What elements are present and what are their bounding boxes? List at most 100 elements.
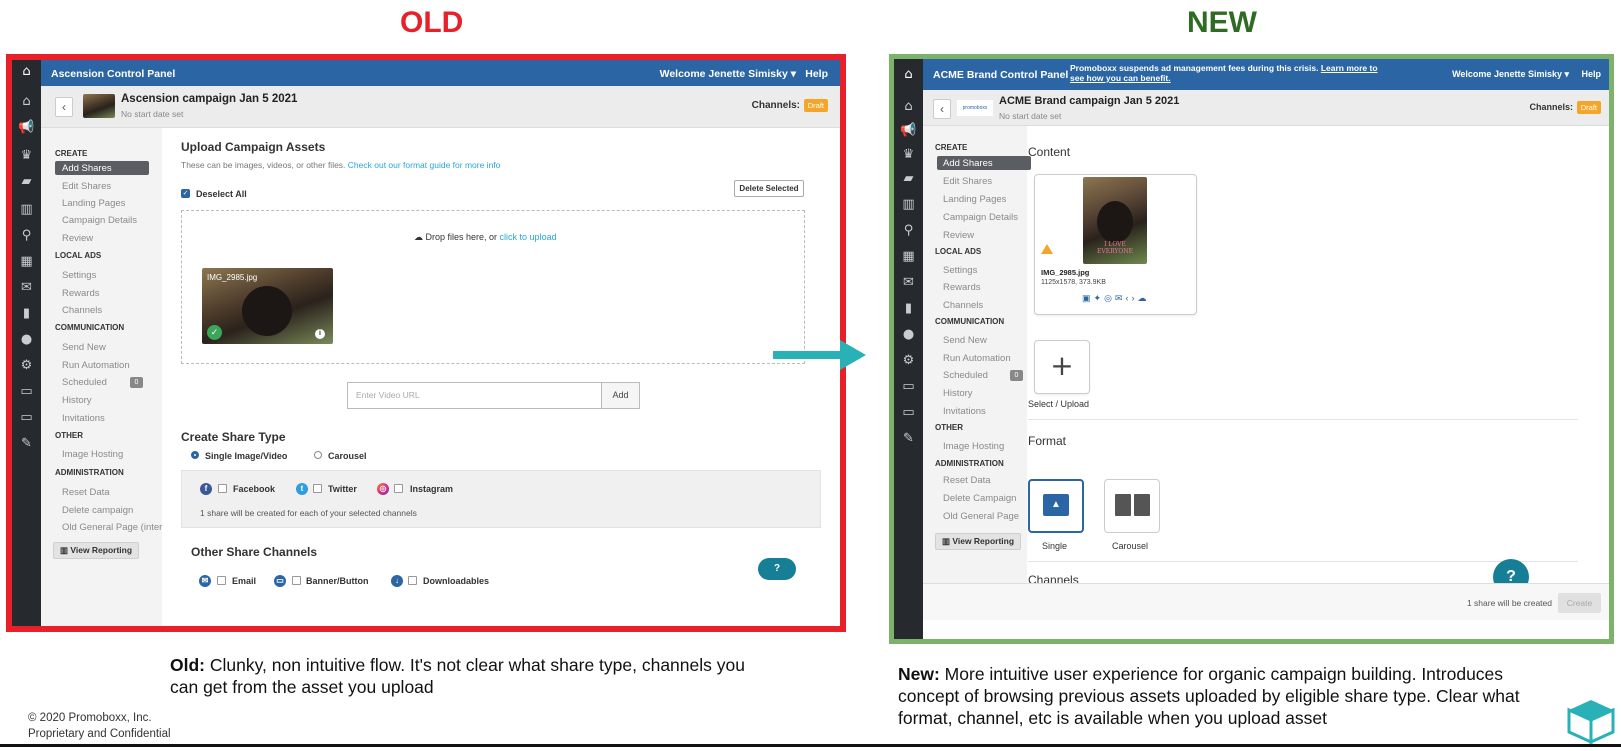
banner-checkbox[interactable]: [292, 576, 301, 585]
calendar-icon[interactable]: ▦: [894, 249, 923, 264]
nav-invitations[interactable]: Invitations: [62, 413, 183, 424]
email-checkbox[interactable]: [217, 576, 226, 585]
app-title[interactable]: Ascension Control Panel: [51, 68, 175, 80]
nav-settings[interactable]: Settings: [62, 270, 183, 281]
facebook-label[interactable]: Facebook: [233, 484, 275, 494]
crown-icon[interactable]: ♛: [12, 148, 41, 163]
add-video-button[interactable]: Add: [601, 382, 640, 409]
format-guide-link[interactable]: Check out our format guide for more info: [348, 160, 501, 170]
format-carousel-label[interactable]: Carousel: [1112, 541, 1148, 551]
single-radio-label[interactable]: Single Image/Video: [205, 451, 287, 461]
calendar-icon[interactable]: ▦: [12, 254, 41, 269]
back-button[interactable]: ‹: [55, 97, 73, 117]
book-icon[interactable]: ▮: [12, 306, 41, 321]
nav-send-new[interactable]: Send New: [62, 342, 183, 353]
chart-icon[interactable]: ▥: [894, 197, 923, 212]
nav-rewards[interactable]: Rewards: [943, 282, 1047, 293]
nav-add-shares[interactable]: Add Shares: [943, 158, 1047, 169]
house-icon[interactable]: ⌂: [12, 94, 41, 109]
crown-icon[interactable]: ♛: [894, 147, 923, 162]
nav-send-new[interactable]: Send New: [943, 335, 1047, 346]
carousel-radio-label[interactable]: Carousel: [328, 451, 367, 461]
house-icon[interactable]: ⌂: [894, 99, 923, 114]
nav-image-hosting[interactable]: Image Hosting: [62, 449, 183, 460]
envelope-icon[interactable]: ✉: [894, 275, 923, 290]
megaphone-icon[interactable]: 📢: [12, 120, 41, 135]
nav-landing-pages[interactable]: Landing Pages: [62, 198, 183, 209]
nav-rewards[interactable]: Rewards: [62, 288, 183, 299]
single-radio[interactable]: [191, 451, 199, 459]
card-icon-2[interactable]: ▭: [894, 405, 923, 420]
nav-reset-data[interactable]: Reset Data: [62, 487, 183, 498]
uploaded-thumbnail[interactable]: IMG_2985.jpg ✓ i: [202, 268, 333, 344]
downloadables-checkbox[interactable]: [408, 576, 417, 585]
chart-icon[interactable]: ▥: [12, 202, 41, 217]
nav-campaign-details[interactable]: Campaign Details: [62, 215, 183, 226]
card-icon-2[interactable]: ▭: [12, 410, 41, 425]
wrench-icon[interactable]: ✎: [12, 436, 41, 451]
megaphone-icon[interactable]: 📢: [894, 123, 923, 138]
help-link[interactable]: Help: [805, 68, 828, 80]
user-icon[interactable]: ●: [894, 327, 923, 342]
folder-icon[interactable]: ▰: [12, 174, 41, 189]
nav-history[interactable]: History: [943, 388, 1047, 399]
delete-selected-button[interactable]: Delete Selected: [734, 180, 804, 197]
upload-plus-button[interactable]: +: [1034, 340, 1090, 394]
map-pin-icon[interactable]: ⚲: [894, 223, 923, 238]
banner-label[interactable]: Banner/Button: [306, 576, 369, 586]
create-button[interactable]: Create: [1558, 593, 1601, 613]
nav-run-automation[interactable]: Run Automation: [62, 360, 183, 371]
selected-check-icon[interactable]: ✓: [207, 325, 222, 340]
nav-edit-shares[interactable]: Edit Shares: [62, 181, 183, 192]
wrench-icon[interactable]: ✎: [894, 431, 923, 446]
click-to-upload-link[interactable]: click to upload: [500, 232, 557, 242]
format-carousel-card[interactable]: [1104, 479, 1160, 533]
nav-edit-shares[interactable]: Edit Shares: [943, 176, 1047, 187]
downloadables-label[interactable]: Downloadables: [423, 576, 489, 586]
home-logo-icon[interactable]: ⌂: [894, 67, 923, 82]
card-icon[interactable]: ▭: [894, 379, 923, 394]
nav-channels[interactable]: Channels: [62, 305, 183, 316]
book-icon[interactable]: ▮: [894, 301, 923, 316]
nav-scheduled[interactable]: Scheduled: [943, 370, 1047, 381]
nav-add-shares[interactable]: Add Shares: [62, 163, 183, 174]
format-single-label[interactable]: Single: [1042, 541, 1067, 551]
nav-settings[interactable]: Settings: [943, 265, 1047, 276]
file-dropzone[interactable]: ☁ Drop files here, or click to upload IM…: [181, 210, 805, 364]
deselect-all-label[interactable]: Deselect All: [196, 189, 247, 199]
user-icon[interactable]: ●: [12, 332, 41, 347]
carousel-radio[interactable]: [314, 451, 322, 459]
nav-landing-pages[interactable]: Landing Pages: [943, 194, 1047, 205]
home-logo-icon[interactable]: ⌂: [12, 64, 41, 79]
twitter-checkbox[interactable]: [313, 484, 322, 493]
view-reporting-button[interactable]: ▥ View Reporting: [53, 542, 139, 559]
format-single-card[interactable]: ▲: [1028, 479, 1084, 533]
nav-old-general-page[interactable]: Old General Page (inter: [62, 522, 183, 533]
learn-more-link[interactable]: Learn more to: [1321, 63, 1378, 73]
nav-scheduled[interactable]: Scheduled: [62, 377, 183, 388]
nav-delete-campaign[interactable]: Delete campaign: [62, 505, 183, 516]
gears-icon[interactable]: ⚙: [12, 358, 41, 373]
app-title[interactable]: ACME Brand Control Panel: [933, 69, 1068, 81]
notice-line2[interactable]: see how you can benefit.: [1070, 73, 1171, 83]
card-icon[interactable]: ▭: [12, 384, 41, 399]
email-label[interactable]: Email: [232, 576, 256, 586]
nav-campaign-details[interactable]: Campaign Details: [943, 212, 1047, 223]
asset-card[interactable]: I LOVE EVERYONE IMG_2985.jpg 1125x1578, …: [1034, 174, 1197, 315]
nav-review[interactable]: Review: [62, 233, 183, 244]
welcome-menu[interactable]: Welcome Jenette Simisky ▾: [1452, 69, 1569, 80]
help-link[interactable]: Help: [1581, 69, 1601, 79]
folder-icon[interactable]: ▰: [894, 171, 923, 186]
welcome-menu[interactable]: Welcome Jenette Simisky ▾: [660, 68, 796, 80]
nav-history[interactable]: History: [62, 395, 183, 406]
envelope-icon[interactable]: ✉: [12, 280, 41, 295]
info-icon[interactable]: i: [315, 329, 325, 339]
facebook-checkbox[interactable]: [218, 484, 227, 493]
nav-review[interactable]: Review: [943, 230, 1047, 241]
nav-run-automation[interactable]: Run Automation: [943, 353, 1047, 364]
view-reporting-button[interactable]: ▥ View Reporting: [935, 533, 1021, 550]
twitter-label[interactable]: Twitter: [328, 484, 357, 494]
video-url-input[interactable]: Enter Video URL: [347, 382, 602, 409]
nav-channels[interactable]: Channels: [943, 300, 1047, 311]
instagram-label[interactable]: Instagram: [410, 484, 453, 494]
